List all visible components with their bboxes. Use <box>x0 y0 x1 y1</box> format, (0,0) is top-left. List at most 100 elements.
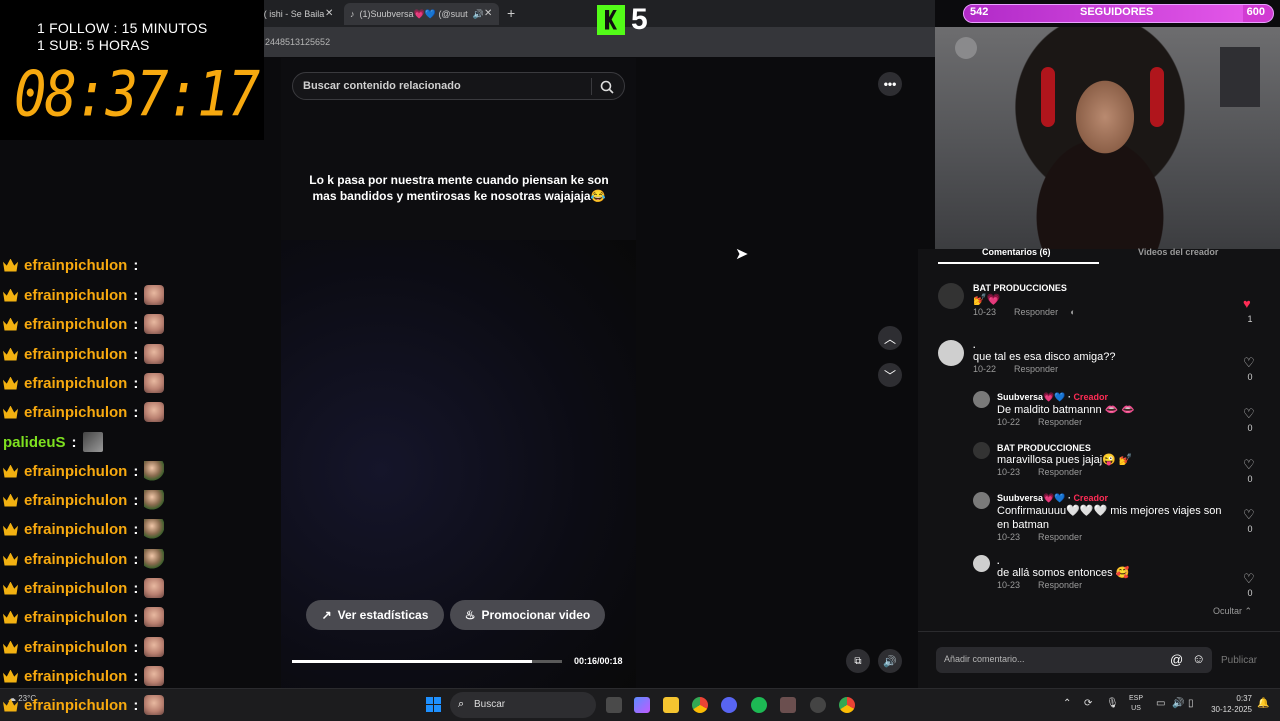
reply-button[interactable]: Responder <box>1014 307 1058 317</box>
comment-author[interactable]: . <box>997 556 1129 566</box>
chat-username[interactable]: efrainpichulon <box>24 257 127 274</box>
chevron-up-icon[interactable]: ⌃ <box>1063 698 1071 709</box>
miniplayer-button[interactable]: ⧉ <box>846 649 870 673</box>
app-icon[interactable] <box>780 697 796 713</box>
heart-icon[interactable]: ♡ <box>1243 355 1255 371</box>
chat-username[interactable]: efrainpichulon <box>24 609 127 626</box>
next-video-button[interactable]: ﹀ <box>878 363 902 387</box>
close-tab-icon[interactable]: ✕ <box>484 8 492 19</box>
avatar[interactable] <box>973 442 990 459</box>
reply-item: Suubversa💗💙 · Creador Confirmauuuu🤍🤍🤍 mi… <box>997 493 1232 542</box>
chat-username[interactable]: efrainpichulon <box>24 346 127 363</box>
reply-button[interactable]: Responder <box>1038 532 1082 542</box>
windows-start-icon[interactable] <box>426 697 441 712</box>
avatar[interactable] <box>938 340 964 366</box>
heart-icon[interactable]: ♡ <box>1243 406 1255 422</box>
network-icon[interactable]: ▭ <box>1156 698 1165 709</box>
chat-emote <box>144 285 165 305</box>
copilot-icon[interactable] <box>634 697 650 713</box>
close-tab-icon[interactable]: ✕ <box>325 8 333 19</box>
chat-username[interactable]: efrainpichulon <box>24 580 127 597</box>
crown-icon <box>3 610 18 624</box>
crown-icon <box>3 493 18 507</box>
chat-message: efrainpichulon: <box>3 343 165 365</box>
volume-icon: 🔊 <box>883 655 897 668</box>
comment-date: 10-22 <box>997 417 1021 427</box>
comment-author[interactable]: . <box>973 340 1115 350</box>
volume-icon[interactable]: 🔊 <box>1172 698 1184 709</box>
chat-message: efrainpichulon: <box>3 694 165 716</box>
volume-button[interactable]: 🔊 <box>878 649 902 673</box>
tab-comments[interactable]: Comentarios (6) <box>982 247 1051 257</box>
hide-replies-button[interactable]: Ocultar ⌃ <box>1213 606 1252 617</box>
chat-emote <box>144 461 165 481</box>
heart-icon[interactable]: ♡ <box>1243 507 1255 523</box>
comment-author[interactable]: BAT PRODUCCIONES <box>997 443 1133 453</box>
avatar[interactable] <box>973 492 990 509</box>
heart-icon[interactable]: ♡ <box>1243 571 1255 587</box>
reply-button[interactable]: Responder <box>1038 417 1082 427</box>
comment-text: que tal es esa disco amiga?? <box>973 351 1116 363</box>
previous-video-button[interactable]: ︿ <box>878 326 902 350</box>
reply-button[interactable]: Responder <box>1014 364 1058 374</box>
promote-video-button[interactable]: ♨ Promocionar video <box>450 600 605 630</box>
chrome-active-icon[interactable] <box>839 697 855 713</box>
crown-icon <box>3 376 18 390</box>
chat-username[interactable]: efrainpichulon <box>24 463 127 480</box>
task-view-icon[interactable] <box>606 697 622 713</box>
chat-username[interactable]: efrainpichulon <box>24 375 127 392</box>
reply-button[interactable]: Responder <box>1038 580 1082 590</box>
view-stats-label: Ver estadísticas <box>337 608 429 622</box>
more-options-button[interactable]: ••• <box>878 72 902 96</box>
tab-creator-videos[interactable]: Videos del creador <box>1138 247 1218 257</box>
discord-icon[interactable] <box>721 697 737 713</box>
chat-username[interactable]: efrainpichulon <box>24 521 127 538</box>
file-explorer-icon[interactable] <box>663 697 679 713</box>
avatar[interactable] <box>938 283 964 309</box>
mention-icon[interactable]: @ <box>1170 652 1183 667</box>
language-indicator[interactable]: ESP US <box>1129 694 1143 714</box>
microphone-icon[interactable]: 🎙 <box>1106 698 1119 709</box>
kick-logo-icon <box>597 4 625 35</box>
chat-username[interactable]: palideuS <box>3 434 66 451</box>
add-comment-input[interactable]: Añadir comentario... @ ☺ <box>936 647 1212 673</box>
clock[interactable]: 0:37 30-12-2025 <box>1208 693 1252 715</box>
chat-username[interactable]: efrainpichulon <box>24 287 127 304</box>
publish-button[interactable]: Publicar <box>1221 655 1257 666</box>
chat-username[interactable]: efrainpichulon <box>24 404 127 421</box>
heart-icon[interactable]: ♡ <box>1243 457 1255 473</box>
kick-counter: 5 <box>597 3 648 36</box>
battery-icon[interactable]: ▯ <box>1188 698 1194 709</box>
flame-icon: ♨ <box>464 608 476 622</box>
video-progress-bar[interactable] <box>292 660 562 663</box>
sync-icon[interactable]: ⟳ <box>1084 698 1092 709</box>
related-search-input[interactable]: Buscar contenido relacionado <box>292 72 625 100</box>
view-stats-button[interactable]: ↗ Ver estadísticas <box>306 600 444 630</box>
chat-username[interactable]: efrainpichulon <box>24 316 127 333</box>
chat-username[interactable]: efrainpichulon <box>24 639 127 656</box>
subathon-timer: 08:37:17 <box>14 58 260 131</box>
obs-icon[interactable] <box>810 697 826 713</box>
taskbar-search[interactable]: ⌕ Buscar <box>450 692 596 718</box>
reply-button[interactable]: Responder <box>1038 467 1082 477</box>
chat-username[interactable]: efrainpichulon <box>24 492 127 509</box>
new-tab-icon[interactable]: + <box>507 5 515 21</box>
chat-username[interactable]: efrainpichulon <box>24 668 127 685</box>
chat-username[interactable]: efrainpichulon <box>24 551 127 568</box>
comment-author[interactable]: Suubversa💗💙 <box>997 392 1065 402</box>
avatar[interactable] <box>973 391 990 408</box>
followers-label: SEGUIDORES <box>1080 6 1154 18</box>
search-icon[interactable] <box>600 80 614 94</box>
chat-username[interactable]: efrainpichulon <box>24 697 127 714</box>
avatar[interactable] <box>973 555 990 572</box>
chrome-icon[interactable] <box>692 697 708 713</box>
notification-bell-icon[interactable]: 🔔 <box>1257 698 1269 709</box>
heart-filled-icon[interactable]: ♥ <box>1243 296 1251 311</box>
browser-tab-2[interactable]: ♪ (1)Suubversa💗💙 (@suut 🔊 <box>344 3 499 25</box>
comment-author[interactable]: Suubversa💗💙 <box>997 493 1065 503</box>
followers-goal-bar: 542 SEGUIDORES 600 <box>963 4 1274 23</box>
chat-message: efrainpichulon: <box>3 665 165 687</box>
spotify-icon[interactable] <box>751 697 767 713</box>
comment-author[interactable]: BAT PRODUCCIONES <box>973 283 1076 293</box>
emoji-icon[interactable]: ☺ <box>1192 651 1205 666</box>
